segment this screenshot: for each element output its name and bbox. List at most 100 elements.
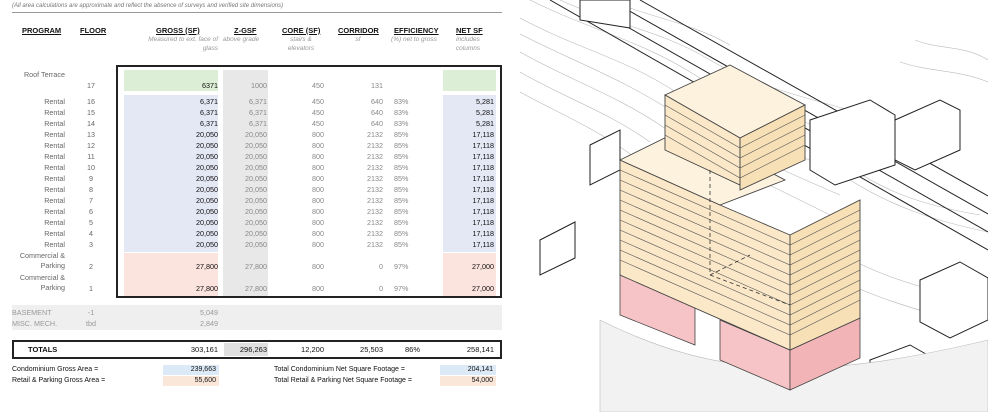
cell-core: 800: [312, 141, 324, 150]
massing-axonometric: [519, 0, 988, 412]
totals-corridor: 25,503: [360, 345, 383, 354]
cell-core: 450: [312, 97, 324, 106]
cell-floor: 7: [89, 196, 93, 205]
cell-zgsf: 20,050: [245, 141, 267, 150]
cell-core: 800: [312, 207, 324, 216]
cell-net: 17,118: [472, 207, 494, 216]
cell-efficiency: 85%: [394, 141, 409, 150]
cell-program: Rental: [44, 141, 65, 150]
cell-net: 17,118: [472, 218, 494, 227]
cell-zgsf: 6,371: [249, 108, 267, 117]
table-row: Rental 3 20,050 20,050 800 2132 85% 17,118: [0, 239, 515, 250]
cell-program: Rental: [44, 196, 65, 205]
header-efficiency: EFFICIENCY: [394, 26, 439, 35]
basement-gross: 5,049: [200, 308, 218, 317]
table-row: Rental 11 20,050 20,050 800 2132 85% 17,118: [0, 151, 515, 162]
cell-corridor: 0: [379, 284, 383, 293]
cell-corridor: 2132: [367, 174, 383, 183]
cell-corridor: 2132: [367, 229, 383, 238]
cell-efficiency: 85%: [394, 130, 409, 139]
cell-floor: 15: [87, 108, 95, 117]
cell-program: Rental: [44, 97, 65, 106]
cell-core: 450: [312, 119, 324, 128]
cell-program: Rental: [44, 218, 65, 227]
cell-zgsf: 20,050: [245, 163, 267, 172]
cell-program: Rental: [44, 108, 65, 117]
cell-zgsf: 20,050: [245, 218, 267, 227]
cell-zgsf: 20,050: [245, 185, 267, 194]
cell-efficiency: 97%: [394, 262, 409, 271]
cell-core: 450: [312, 81, 324, 90]
cell-corridor: 131: [371, 81, 383, 90]
totals-zgsf: 296,263: [239, 345, 267, 354]
cell-net: 17,118: [472, 152, 494, 161]
cell-net: 5,281: [476, 97, 494, 106]
cell-floor: 6: [89, 207, 93, 216]
cell-efficiency: 85%: [394, 163, 409, 172]
context-building-southeast: [919, 261, 988, 339]
table-row: Rental 7 20,050 20,050 800 2132 85% 17,118: [0, 195, 515, 206]
cell-net: 27,000: [472, 262, 494, 271]
cell-program: Rental: [44, 119, 65, 128]
basement-floor: -1: [87, 308, 95, 317]
cell-corridor: 640: [371, 119, 383, 128]
cell-corridor: 2132: [367, 218, 383, 227]
cell-net: 27,000: [472, 284, 494, 293]
condo-gross-label: Condominium Gross Area =: [12, 366, 99, 373]
cell-corridor: 2132: [367, 141, 383, 150]
cell-zgsf: 1000: [251, 81, 267, 90]
header-floor: FLOOR: [80, 26, 107, 35]
cell-net: 17,118: [472, 229, 494, 238]
cell-zgsf: 27,800: [245, 262, 267, 271]
table-row: Rental 4 20,050 20,050 800 2132 85% 17,118: [0, 228, 515, 239]
cell-floor: 17: [87, 81, 95, 90]
table-row: Rental 14 6,371 6,371 450 640 83% 5,281: [0, 118, 515, 129]
cell-efficiency: 97%: [394, 284, 409, 293]
cell-core: 800: [312, 284, 324, 293]
table-row: Rental 15 6,371 6,371 450 640 83% 5,281: [0, 107, 515, 118]
cell-core: 800: [312, 163, 324, 172]
totals-label: TOTALS: [28, 345, 58, 354]
condo-net-value: 204,141: [440, 365, 496, 375]
retail-net-value: 54,000: [440, 376, 496, 386]
cell-corridor: 2132: [367, 152, 383, 161]
cell-program: Commercial & Parking: [19, 273, 65, 292]
cell-zgsf: 20,050: [245, 174, 267, 183]
area-schedule-table: (All area calculations are approximate a…: [0, 0, 515, 412]
retail-gross-label: Retail & Parking Gross Area =: [12, 377, 106, 384]
table-row: Rental 6 20,050 20,050 800 2132 85% 17,118: [0, 206, 515, 217]
misc-mech-row: MISC. MECH. tbd 2,849: [0, 318, 515, 329]
header-program: PROGRAM: [22, 26, 62, 35]
basement-row: BASEMENT -1 5,049: [0, 307, 515, 318]
context-building-west: [589, 129, 621, 186]
context-building-southwest: [539, 221, 576, 276]
disclaimer-note: (All area calculations are approximate a…: [12, 3, 284, 9]
cell-corridor: 2132: [367, 163, 383, 172]
cell-core: 800: [312, 240, 324, 249]
cell-floor: 1: [89, 284, 93, 293]
cell-zgsf: 6,371: [249, 97, 267, 106]
basement-label: BASEMENT: [12, 308, 52, 317]
cell-net: 17,118: [472, 163, 494, 172]
cell-core: 800: [312, 185, 324, 194]
cell-corridor: 640: [371, 108, 383, 117]
cell-efficiency: 83%: [394, 97, 409, 106]
table-row: Roof Terrace 17 6371 1000 450 131: [0, 70, 515, 91]
cell-gross: 6,371: [200, 108, 218, 117]
subheader-net: includes columns: [455, 36, 481, 52]
cell-gross: 20,050: [196, 130, 218, 139]
table-row: Rental 16 6,371 6,371 450 640 83% 5,281: [0, 96, 515, 107]
table-row: Rental 10 20,050 20,050 800 2132 85% 17,118: [0, 162, 515, 173]
cell-core: 800: [312, 174, 324, 183]
cell-floor: 2: [89, 262, 93, 271]
cell-program: Rental: [44, 185, 65, 194]
cell-zgsf: 20,050: [245, 240, 267, 249]
cell-gross: 6,371: [200, 97, 218, 106]
cell-floor: 4: [89, 229, 93, 238]
cell-zgsf: 20,050: [245, 207, 267, 216]
cell-program: Rental: [44, 229, 65, 238]
cell-net: 5,281: [476, 119, 494, 128]
totals-net: 258,141: [466, 345, 494, 354]
subheader-core: stairs & elevators: [287, 36, 315, 52]
cell-net: 17,118: [472, 130, 494, 139]
